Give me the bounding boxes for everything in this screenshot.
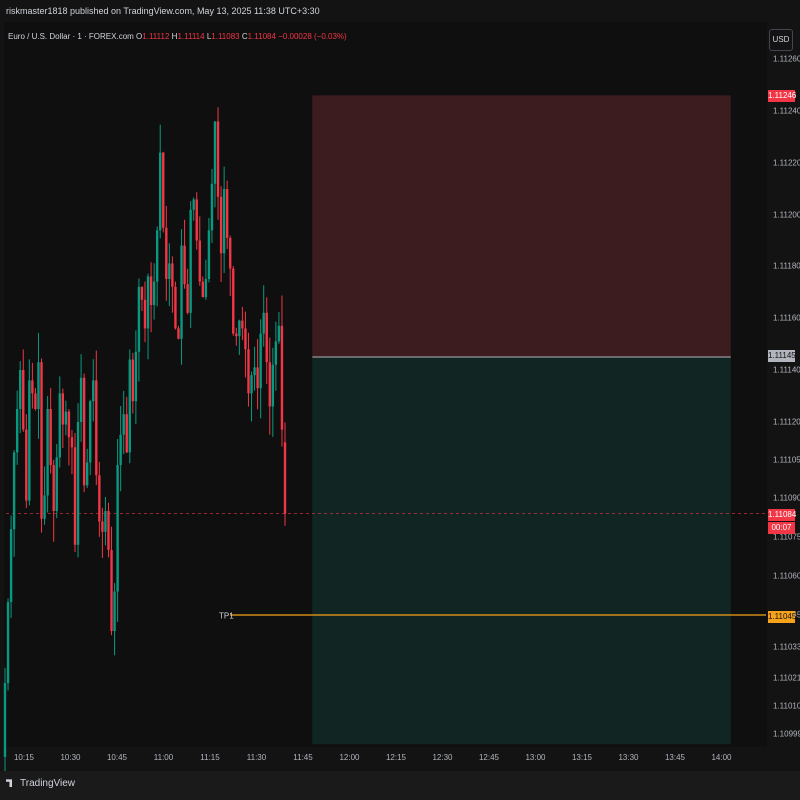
time-tick-label: 10:45 bbox=[106, 753, 128, 762]
price-tick-label: 1.11105 bbox=[773, 455, 800, 465]
take-profit-price-tag: 1.11045 bbox=[768, 611, 797, 623]
symbol-name: Euro / U.S. Dollar · 1 · FOREX.com bbox=[8, 32, 134, 41]
attribution-bar: riskmaster1818 published on TradingView.… bbox=[0, 0, 800, 22]
price-tick-label: 1.11140 bbox=[773, 365, 800, 375]
stop-price-tag: 1.11246 bbox=[768, 90, 797, 102]
price-tick-label: 1.11160 bbox=[773, 313, 800, 323]
time-tick-label: 14:00 bbox=[711, 753, 732, 762]
time-tick-label: 13:00 bbox=[525, 753, 546, 762]
time-tick-label: 11:30 bbox=[246, 753, 267, 762]
time-tick-label: 11:00 bbox=[153, 753, 174, 762]
price-tick-label: 1.11090 bbox=[773, 493, 800, 503]
time-tick-label: 10:30 bbox=[60, 753, 81, 762]
entry-price-tag: 1.11145 bbox=[768, 350, 796, 362]
time-tick-label: 12:15 bbox=[385, 753, 407, 762]
time-tick-label: 12:45 bbox=[478, 753, 500, 762]
tradingview-brand-text: TradingView bbox=[20, 778, 76, 789]
price-tick-label: 1.10999 bbox=[773, 729, 800, 739]
time-tick-label: 10:15 bbox=[13, 753, 35, 762]
time-tick-label: 12:00 bbox=[339, 753, 360, 762]
time-tick-label: 11:15 bbox=[200, 753, 220, 762]
price-tick-label: 1.11060 bbox=[773, 571, 800, 581]
time-tick-label: 13:45 bbox=[664, 753, 686, 762]
time-tick-label: 12:30 bbox=[432, 753, 453, 762]
change-value: −0.00028 (−0.03%) bbox=[278, 32, 347, 41]
symbol-legend: Euro / U.S. Dollar · 1 · FOREX.com O1.11… bbox=[8, 32, 347, 41]
price-tick-label: 1.11021 bbox=[773, 673, 800, 683]
attribution-text: riskmaster1818 published on TradingView.… bbox=[6, 6, 320, 16]
tradingview-logo[interactable]: TradingView bbox=[6, 778, 75, 789]
price-axis[interactable] bbox=[767, 22, 800, 747]
time-tick-label: 13:15 bbox=[571, 753, 593, 762]
time-tick-label: 11:45 bbox=[293, 753, 313, 762]
price-tick-label: 1.11120 bbox=[773, 417, 800, 427]
price-tick-label: 1.11033 bbox=[773, 642, 800, 652]
low-value: 1.11083 bbox=[211, 32, 240, 41]
price-tick-label: 1.11240 bbox=[773, 106, 800, 116]
footer-bar bbox=[0, 771, 800, 800]
price-tick-label: 1.11260 bbox=[773, 54, 800, 64]
tradingview-logo-icon bbox=[6, 779, 12, 788]
price-tick-label: 1.11200 bbox=[773, 210, 800, 220]
close-value: 1.11084 bbox=[247, 32, 276, 41]
bar-countdown: 00:07 bbox=[768, 522, 795, 534]
take-profit-label[interactable]: TP1 bbox=[219, 612, 234, 621]
high-value: 1.11114 bbox=[177, 32, 205, 41]
last-price-tag: 1.11084 bbox=[768, 509, 797, 521]
price-tick-label: 1.11220 bbox=[773, 158, 800, 168]
price-tick-label: 1.11010 bbox=[773, 701, 800, 711]
chart-pane[interactable] bbox=[4, 22, 767, 747]
open-value: 1.11112 bbox=[142, 32, 170, 41]
currency-button[interactable]: USD bbox=[769, 29, 793, 51]
time-tick-label: 13:30 bbox=[618, 753, 639, 762]
price-tick-label: 1.11180 bbox=[773, 261, 800, 271]
